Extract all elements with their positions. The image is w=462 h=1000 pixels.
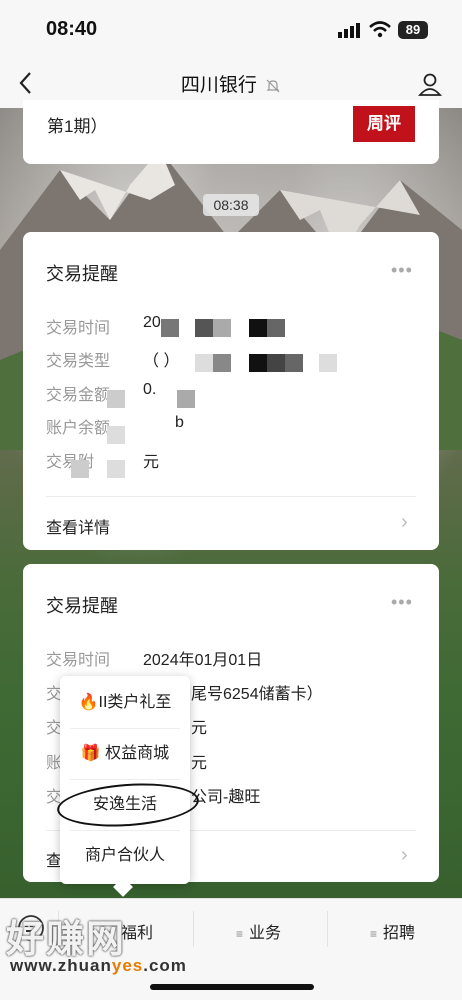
menu-lines-icon: ≡ [370,927,378,941]
more-options-icon[interactable]: ••• [391,592,413,613]
muted-bell-icon [266,79,280,93]
row-value-time: 20 [143,314,161,331]
row-label-balance: 账户余额 [46,420,111,437]
menu-item-rewards-mall[interactable]: 🎁 权益商城 [60,729,190,779]
wifi-icon [369,21,391,38]
tab-business[interactable]: ≡ 业务 [236,919,281,943]
transaction-alert-card[interactable]: 交易提醒 ••• 交易时间 20 交易类型 （ ） 交易金额 0. 账户余额 b… [23,232,439,550]
row-label-amount: 交易金额 [46,387,111,404]
watermark-logo-text: 好赚网 [6,919,127,961]
row-value-note: 元 [143,454,160,471]
status-time: 08:40 [46,18,98,40]
menu-item-account-gift[interactable]: 🔥II类户礼至 [60,678,190,728]
row-value-time: 2024年01月01日 [143,652,263,669]
home-indicator [150,984,314,990]
tab-business-label: 业务 [249,925,282,942]
profile-icon[interactable] [416,70,444,98]
watermark-url: www.zhuanyes.com [10,956,187,975]
tab-recruitment-label: 招聘 [383,925,416,942]
row-value-account: 尾号6254储蓄卡） [191,686,323,703]
row-value-merchant: 公司-趣旺 [191,789,261,806]
previous-message-card[interactable]: 第1期） 周评 [23,100,439,164]
card-title: 交易提醒 [46,596,118,616]
view-details-link[interactable]: 查看详情 [46,514,110,538]
row-value-type: （ ） [143,353,180,370]
previous-message-text: 第1期） [47,117,108,136]
menu-item-merchant-partner[interactable]: 商户合伙人 [60,831,190,881]
chevron-right-icon[interactable]: › [401,844,408,867]
more-options-icon[interactable]: ••• [391,260,413,281]
row-label-time: 交易时间 [46,652,111,669]
row-label-type: 交易类型 [46,353,111,370]
row-value-balance: b [175,414,184,431]
tab-separator [193,911,194,947]
tab-separator [327,911,328,947]
popup-menu: 🔥II类户礼至 🎁 权益商城 安逸生活 商户合伙人 [60,676,190,884]
message-timestamp: 08:38 [203,194,259,216]
tab-recruitment[interactable]: ≡ 招聘 [370,919,415,943]
chevron-right-icon[interactable]: › [401,511,408,534]
menu-lines-icon: ≡ [236,927,244,941]
status-bar: 08:40 89 [0,0,462,58]
card-divider [46,496,416,497]
battery-level: 89 [405,22,421,37]
row-value-amount: 元 [191,720,208,737]
row-value-amount: 0. [143,381,157,398]
row-value-balance: 元 [191,755,208,772]
chat-title: 四川银行 [0,70,462,97]
card-title: 交易提醒 [46,264,118,284]
battery-icon: 89 [398,21,428,39]
chat-title-text: 四川银行 [180,75,257,96]
weekly-review-tag: 周评 [353,106,415,142]
cellular-signal-icon [338,23,360,38]
row-label-time: 交易时间 [46,320,111,337]
